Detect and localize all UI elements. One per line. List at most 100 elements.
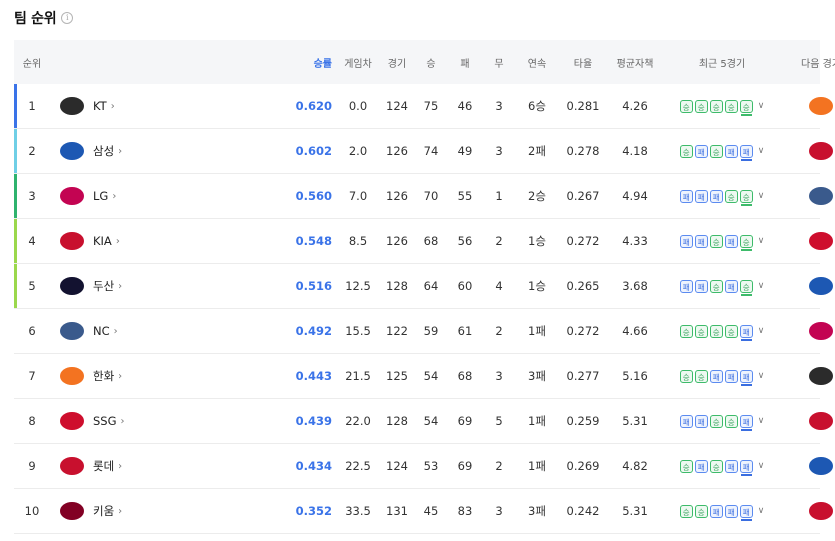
next-game-cell[interactable] xyxy=(784,97,835,115)
team-cell[interactable]: 롯데 › xyxy=(50,457,268,475)
next-team-logo-icon[interactable] xyxy=(809,367,833,385)
next-team-logo-icon[interactable] xyxy=(809,97,833,115)
team-name[interactable]: KIA xyxy=(93,234,112,248)
team-name[interactable]: 키움 xyxy=(93,503,114,519)
win-badge: 승 xyxy=(679,324,693,338)
last5-cell: 승승패패패 ∨ xyxy=(660,369,784,386)
team-logo-icon xyxy=(60,322,84,340)
avg-cell: 0.259 xyxy=(566,414,600,428)
wins-cell: 53 xyxy=(423,459,439,473)
next-game-cell[interactable] xyxy=(784,322,835,340)
last5-badges: 승승패패패 xyxy=(679,369,755,386)
next-game-cell[interactable] xyxy=(784,457,835,475)
team-cell[interactable]: LG › xyxy=(50,187,268,205)
chevron-right-icon[interactable]: › xyxy=(118,371,122,382)
games-cell: 131 xyxy=(386,504,408,518)
next-team-logo-icon[interactable] xyxy=(809,187,833,205)
chevron-down-icon[interactable]: ∨ xyxy=(758,191,765,201)
table-row: 10 키움 › 0.352 33.5 131 45 83 3 3패 0.242 … xyxy=(14,489,833,534)
streak-cell: 1패 xyxy=(528,324,546,338)
losses-cell: 61 xyxy=(457,324,473,338)
chevron-down-icon[interactable]: ∨ xyxy=(758,281,765,291)
team-logo-icon xyxy=(60,142,84,160)
draws-cell: 1 xyxy=(495,189,503,203)
loss-badge: 패 xyxy=(739,144,753,161)
chevron-right-icon[interactable]: › xyxy=(118,461,122,472)
draws-cell: 3 xyxy=(495,144,503,158)
chevron-down-icon[interactable]: ∨ xyxy=(758,236,765,246)
team-cell[interactable]: NC › xyxy=(50,322,268,340)
next-game-cell[interactable] xyxy=(784,502,835,520)
next-game-cell[interactable] xyxy=(784,187,835,205)
next-game-cell[interactable] xyxy=(784,367,835,385)
next-team-logo-icon[interactable] xyxy=(809,457,833,475)
team-cell[interactable]: 키움 › xyxy=(50,502,268,520)
chevron-down-icon[interactable]: ∨ xyxy=(758,146,765,156)
era-cell: 4.18 xyxy=(622,144,648,158)
pct-cell: 0.434 xyxy=(295,459,332,473)
chevron-down-icon[interactable]: ∨ xyxy=(758,371,765,381)
loss-badge: 패 xyxy=(694,279,708,293)
col-pct[interactable]: 승률 xyxy=(268,55,334,70)
chevron-right-icon[interactable]: › xyxy=(121,416,125,427)
last5-cell: 패패승패승 ∨ xyxy=(660,279,784,296)
next-team-logo-icon[interactable] xyxy=(809,232,833,250)
col-wins: 승 xyxy=(426,58,436,70)
info-icon[interactable]: i xyxy=(61,12,74,24)
col-avg: 타율 xyxy=(573,58,593,70)
team-cell[interactable]: 삼성 › xyxy=(50,142,268,160)
team-name[interactable]: 롯데 xyxy=(93,458,114,474)
win-badge: 승 xyxy=(724,324,738,338)
chevron-right-icon[interactable]: › xyxy=(118,506,122,517)
draws-cell: 2 xyxy=(495,324,503,338)
next-game-cell[interactable] xyxy=(784,232,835,250)
games-cell: 126 xyxy=(386,144,408,158)
next-game-cell[interactable] xyxy=(784,142,835,160)
chevron-right-icon[interactable]: › xyxy=(118,146,122,157)
chevron-right-icon[interactable]: › xyxy=(112,191,116,202)
next-team-logo-icon[interactable] xyxy=(809,277,833,295)
team-name[interactable]: 두산 xyxy=(93,278,114,294)
chevron-right-icon[interactable]: › xyxy=(118,281,122,292)
team-name[interactable]: LG xyxy=(93,189,108,203)
col-draws: 무 xyxy=(494,58,504,70)
team-name[interactable]: SSG xyxy=(93,414,117,428)
loss-badge: 패 xyxy=(709,189,723,203)
next-team-logo-icon[interactable] xyxy=(809,502,833,520)
streak-cell: 3패 xyxy=(528,369,546,383)
team-name[interactable]: 한화 xyxy=(93,368,114,384)
chevron-down-icon[interactable]: ∨ xyxy=(758,416,765,426)
last5-cell: 패패승승패 ∨ xyxy=(660,414,784,431)
team-name[interactable]: 삼성 xyxy=(93,143,114,159)
next-team-logo-icon[interactable] xyxy=(809,412,833,430)
chevron-down-icon[interactable]: ∨ xyxy=(758,101,765,111)
next-team-logo-icon[interactable] xyxy=(809,142,833,160)
last5-cell: 패패승패승 ∨ xyxy=(660,234,784,251)
games-cell: 122 xyxy=(386,324,408,338)
team-name[interactable]: NC xyxy=(93,324,110,338)
chevron-down-icon[interactable]: ∨ xyxy=(758,461,765,471)
loss-badge: 패 xyxy=(724,504,738,518)
last5-badges: 승승승승패 xyxy=(679,324,755,341)
team-cell[interactable]: 두산 › xyxy=(50,277,268,295)
chevron-right-icon[interactable]: › xyxy=(111,101,115,112)
wins-cell: 45 xyxy=(423,504,439,518)
chevron-right-icon[interactable]: › xyxy=(116,236,120,247)
chevron-down-icon[interactable]: ∨ xyxy=(758,506,765,516)
chevron-down-icon[interactable]: ∨ xyxy=(758,326,765,336)
next-game-cell[interactable] xyxy=(784,412,835,430)
gb-cell: 12.5 xyxy=(345,279,371,293)
loss-badge: 패 xyxy=(724,234,738,248)
team-cell[interactable]: SSG › xyxy=(50,412,268,430)
team-name[interactable]: KT xyxy=(93,99,107,113)
team-cell[interactable]: 한화 › xyxy=(50,367,268,385)
team-cell[interactable]: KT › xyxy=(50,97,268,115)
next-game-cell[interactable] xyxy=(784,277,835,295)
gb-cell: 33.5 xyxy=(345,504,371,518)
chevron-right-icon[interactable]: › xyxy=(114,326,118,337)
last5-badges: 패패승패승 xyxy=(679,234,755,251)
table-row: 1 KT › 0.620 0.0 124 75 46 3 6승 0.281 4.… xyxy=(14,84,833,129)
next-team-logo-icon[interactable] xyxy=(809,322,833,340)
team-cell[interactable]: KIA › xyxy=(50,232,268,250)
win-badge: 승 xyxy=(694,369,708,383)
